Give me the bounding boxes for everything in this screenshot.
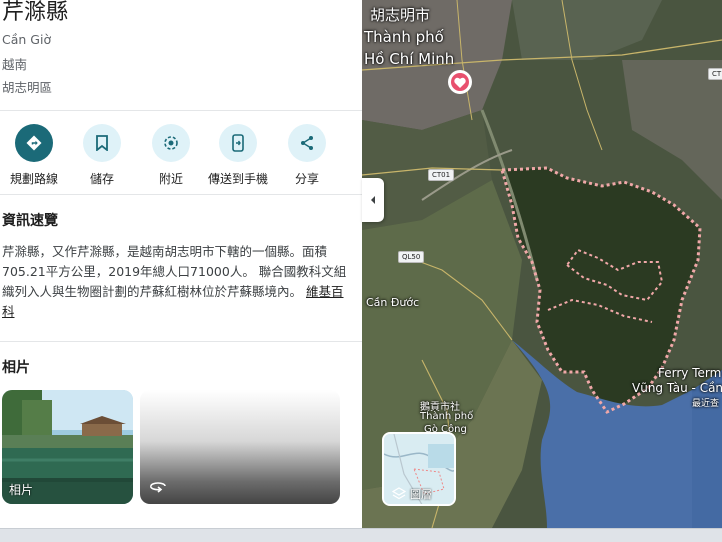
place-region: 胡志明區 bbox=[2, 80, 53, 95]
road-badge-ct: CT bbox=[708, 68, 722, 80]
map-label-can-duoc: Cần Đước bbox=[366, 296, 420, 309]
road-badge-ct01: CT01 bbox=[428, 169, 455, 181]
map-label-ferry-3: 最近查 bbox=[692, 399, 720, 409]
place-panel: 芹滁縣 Cần Giờ 越南 胡志明區 規劃路線 儲存 附近 傳送到手機 分享 … bbox=[0, 0, 362, 528]
place-district: Cần Giờ bbox=[2, 32, 52, 47]
save-button[interactable]: 儲存 bbox=[62, 124, 142, 188]
chevron-left-icon bbox=[371, 196, 375, 204]
photo-thumbnail[interactable]: 相片 bbox=[2, 390, 133, 504]
map-label-ferry-2: Vũng Tàu - Cần bbox=[632, 381, 722, 395]
street-view-thumbnail[interactable] bbox=[140, 390, 340, 504]
send-to-phone-icon bbox=[219, 124, 257, 162]
photo-label: 相片 bbox=[9, 483, 34, 497]
divider bbox=[0, 110, 362, 111]
collapse-panel-button[interactable] bbox=[362, 178, 384, 222]
layers-icon bbox=[391, 486, 407, 504]
overview-heading: 資訊速覽 bbox=[2, 213, 58, 229]
map-label-ferry-1: Ferry Term bbox=[658, 366, 722, 380]
divider bbox=[0, 341, 362, 342]
place-country: 越南 bbox=[2, 57, 28, 72]
layers-label: 圖層 bbox=[410, 488, 432, 501]
layers-button[interactable]: 圖層 bbox=[382, 432, 456, 506]
save-label: 儲存 bbox=[89, 172, 114, 186]
place-title: 芹滁縣 bbox=[2, 0, 69, 25]
bookmark-icon bbox=[83, 124, 121, 162]
photos-heading: 相片 bbox=[2, 360, 30, 376]
map-label-city-vn1: Thành phố bbox=[364, 28, 444, 46]
send-to-phone-button[interactable]: 傳送到手機 bbox=[198, 124, 278, 188]
map-label-city-cn: 胡志明市 bbox=[370, 6, 431, 24]
taskbar bbox=[0, 528, 722, 542]
street-view-icon bbox=[148, 479, 168, 498]
road-badge-ql50: QL50 bbox=[398, 251, 425, 263]
share-label: 分享 bbox=[294, 172, 319, 186]
overview-body: 芹滁縣，又作芹滁縣，是越南胡志明市下轄的一個縣。面積705.21平方公里，201… bbox=[2, 244, 347, 299]
share-icon bbox=[288, 124, 326, 162]
map-label-go-cong-vn1: Thành phố bbox=[420, 411, 474, 422]
share-button[interactable]: 分享 bbox=[267, 124, 347, 188]
map-pin-icon[interactable] bbox=[448, 70, 472, 94]
overview-text: 芹滁縣，又作芹滁縣，是越南胡志明市下轄的一個縣。面積705.21平方公里，201… bbox=[2, 242, 350, 322]
send-to-phone-label: 傳送到手機 bbox=[207, 172, 268, 186]
divider bbox=[0, 194, 362, 195]
nearby-icon bbox=[152, 124, 190, 162]
map-label-city-vn2: Hồ Chí Minh bbox=[364, 50, 455, 68]
directions-icon bbox=[15, 124, 53, 162]
